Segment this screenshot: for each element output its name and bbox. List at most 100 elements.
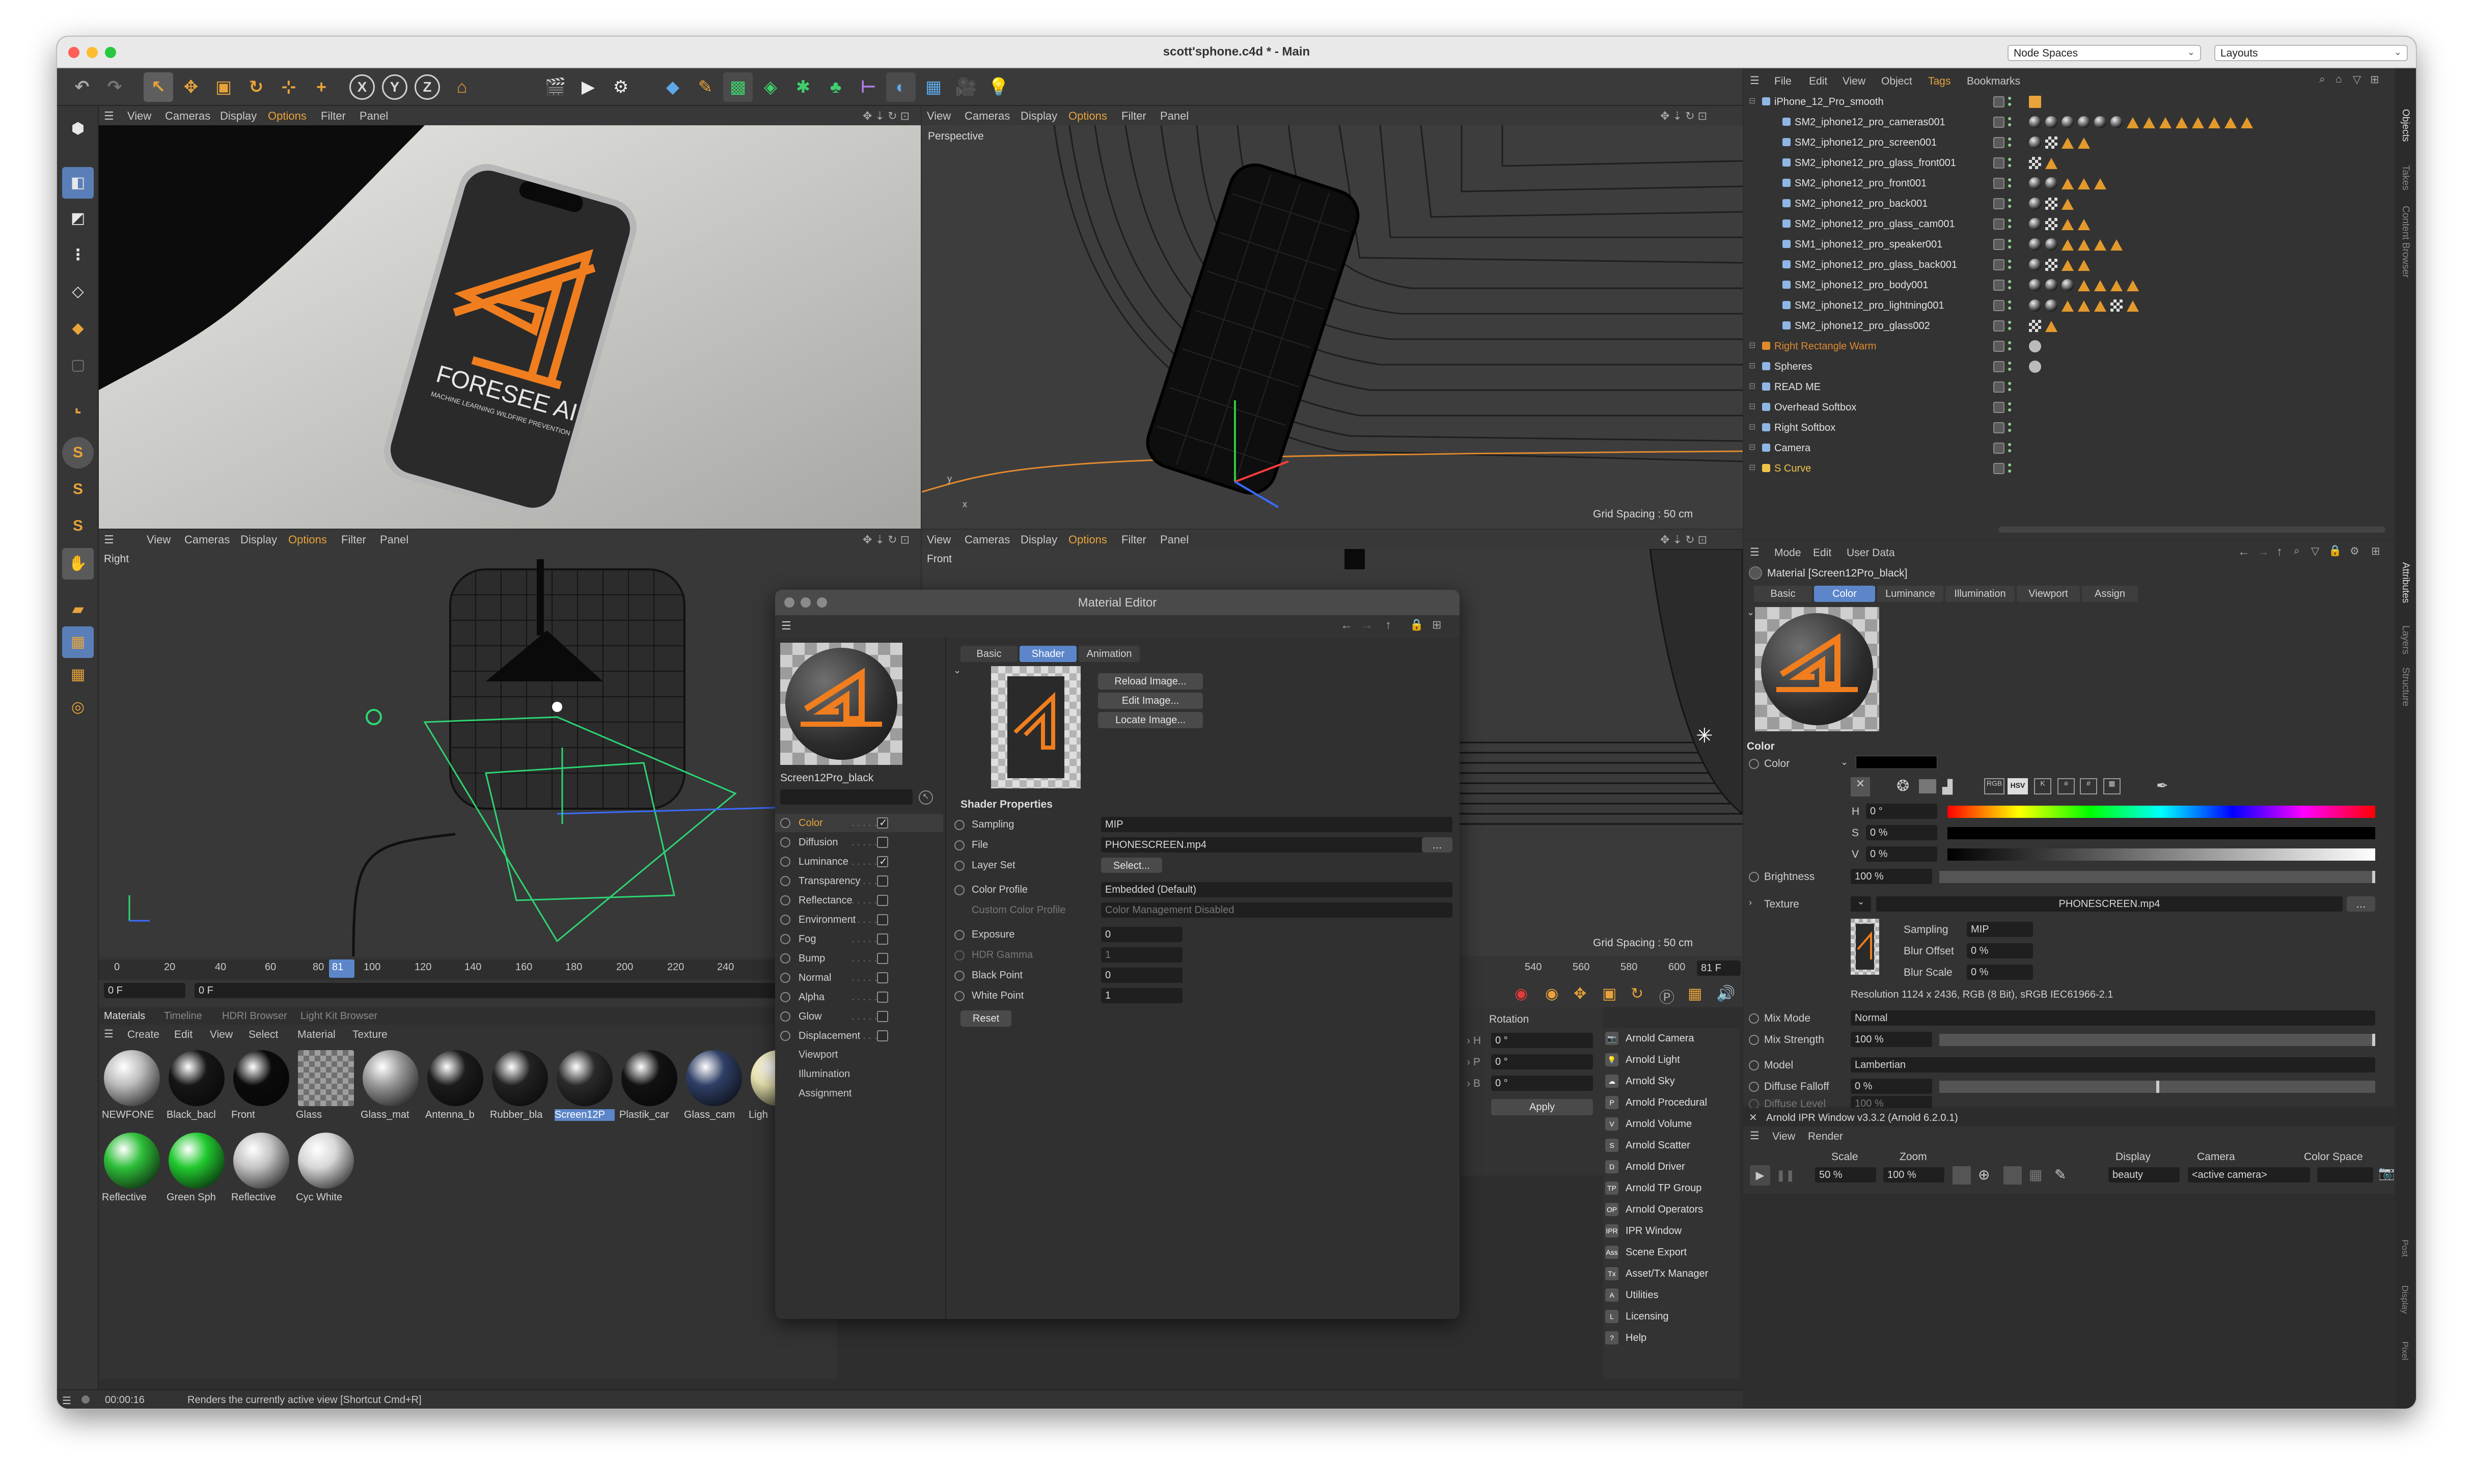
render-dots-icon[interactable]: ● ●	[2008, 257, 2012, 270]
channel-page[interactable]: Assignment	[799, 1088, 852, 1100]
tab-pixel[interactable]: Pixel	[2400, 1341, 2410, 1360]
menu-icon[interactable]: ☰	[104, 109, 114, 123]
layouts-select[interactable]: Layouts ⌄	[2214, 45, 2408, 61]
render-dots-icon[interactable]: ● ●	[2008, 318, 2012, 332]
material-tag-icon[interactable]	[2078, 116, 2090, 128]
material-swatch[interactable]: Glass	[296, 1050, 356, 1131]
mix-strength-slider[interactable]	[1939, 1034, 2375, 1046]
edit-menu[interactable]: Edit	[1813, 547, 1831, 559]
phong-tag-icon[interactable]	[2241, 117, 2253, 128]
tab-hdri-browser[interactable]: HDRI Browser	[222, 1010, 287, 1022]
channel-row[interactable]: Fog . . . . .	[775, 930, 943, 948]
horizontal-scrollbar[interactable]	[1998, 527, 2385, 533]
param-key-icon[interactable]: Ⓟ	[1659, 985, 1674, 1007]
channel-row[interactable]: Displacement. . . . .	[775, 1027, 943, 1045]
subdivision-icon[interactable]: ▩	[723, 72, 753, 102]
polygons-mode-icon[interactable]: ◆	[62, 313, 94, 344]
tab-content-browser[interactable]: Content Browser	[2400, 206, 2411, 278]
brightness-slider[interactable]	[1939, 871, 2375, 883]
pause-icon[interactable]: ❚❚	[1775, 1165, 1796, 1186]
new-window-icon[interactable]: ⊞	[1432, 618, 1441, 631]
z-axis-icon[interactable]: Z	[415, 74, 440, 100]
arnold-menu-item[interactable]: A Utilities	[1603, 1284, 1736, 1306]
material-tag-icon[interactable]	[2045, 177, 2057, 189]
phong-tag-icon[interactable]	[2062, 178, 2074, 189]
vp1-panel-menu[interactable]: Panel	[360, 109, 388, 123]
channel-row[interactable]: Bump . . . . .	[775, 949, 943, 968]
object-row[interactable]: ⊟ Right Rectangle Warm ● ●	[1744, 336, 2411, 356]
render-dots-icon[interactable]: ● ●	[2008, 94, 2012, 107]
visibility-toggle[interactable]	[1993, 137, 2004, 148]
render-dots-icon[interactable]: ● ●	[2008, 278, 2012, 291]
texture-tag-icon[interactable]	[2029, 320, 2041, 332]
tab-display[interactable]: Display	[2400, 1285, 2410, 1314]
visibility-toggle[interactable]	[1993, 198, 2004, 209]
vp4-filter-menu[interactable]: Filter	[1121, 533, 1146, 546]
render-settings-icon[interactable]: ⚙	[606, 72, 636, 102]
animate-radio[interactable]	[954, 930, 965, 940]
edit-icon[interactable]: ✎	[2054, 1166, 2066, 1183]
recent-tool-icon[interactable]: ⊹	[274, 72, 304, 102]
reset-button[interactable]: Reset	[960, 1010, 1011, 1027]
back-arrow-icon[interactable]: ←	[2238, 545, 2250, 559]
blur-offset-field[interactable]: 0 %	[1967, 943, 2033, 958]
sampling-select[interactable]: MIP	[1967, 922, 2033, 937]
symmetry-icon[interactable]: ▦	[62, 659, 94, 691]
menu-icon[interactable]: ☰	[781, 619, 791, 633]
search-icon[interactable]: ⌕	[2319, 73, 2325, 86]
vp2-cameras-menu[interactable]: Cameras	[965, 109, 1010, 123]
menu-icon[interactable]: ☰	[104, 1028, 114, 1040]
tree-toggle-icon[interactable]: ⊟	[1749, 381, 1755, 391]
playhead[interactable]: 81	[329, 959, 354, 978]
edges-mode-icon[interactable]: ◇	[62, 276, 94, 308]
prop-field[interactable]: 1	[1101, 988, 1183, 1003]
material-swatch[interactable]: Rubber_bla	[490, 1050, 550, 1131]
workplane-icon[interactable]: ▰	[62, 594, 94, 625]
viewport-nav-icon[interactable]: ✥ ⇣ ↻ ⊡	[863, 533, 910, 546]
phong-tag-icon[interactable]	[2143, 117, 2155, 128]
timeline-ruler[interactable]: 0 20 40 60 80 81 100 120 140 160 180 200…	[99, 959, 883, 980]
tab-takes[interactable]: Takes	[2400, 165, 2411, 190]
phong-tag-icon[interactable]	[2078, 178, 2090, 189]
texture-field[interactable]: PHONESCREEN.mp4	[1876, 896, 2343, 912]
play-icon[interactable]: ▶	[1750, 1165, 1770, 1186]
color-wheel-icon[interactable]: ✕	[1851, 777, 1870, 796]
render-dots-icon[interactable]: ● ●	[2008, 359, 2012, 372]
material-tag-icon[interactable]	[2094, 116, 2106, 128]
axis-mode-icon[interactable]: ⌞	[62, 391, 94, 423]
tree-toggle-icon[interactable]: ⊟	[1749, 340, 1755, 350]
render-viewport[interactable]: FORESEE AI MACHINE LEARNING WILDFIRE PRE…	[99, 125, 921, 529]
texture-tag-icon[interactable]	[2029, 157, 2041, 169]
menu-icon[interactable]: ☰	[1750, 1130, 1760, 1142]
phong-tag-icon[interactable]	[2062, 219, 2074, 230]
visibility-toggle[interactable]	[1993, 361, 2004, 372]
vp1-cameras-menu[interactable]: Cameras	[165, 109, 210, 123]
vp2-options-menu[interactable]: Options	[1068, 109, 1107, 123]
view-menu[interactable]: View	[210, 1029, 233, 1041]
material-swatch[interactable]: Cyc White	[296, 1133, 356, 1213]
back-arrow-icon[interactable]: ←	[1340, 618, 1353, 633]
node-spaces-select[interactable]: Node Spaces ⌄	[2008, 45, 2201, 61]
saturation-slider[interactable]	[1947, 827, 2375, 839]
tab-materials[interactable]: Materials	[104, 1010, 145, 1022]
object-row[interactable]: ⊟ READ ME ● ●	[1744, 377, 2411, 397]
redo-icon[interactable]: ↷	[100, 72, 129, 102]
pick-icon[interactable]: ↖	[919, 790, 933, 805]
hue-field[interactable]: 0 °	[1866, 804, 1937, 819]
numeric-icon[interactable]: #	[2080, 778, 2097, 794]
object-row[interactable]: SM2_iphone12_pro_front001 ● ●	[1744, 173, 2411, 194]
tree-toggle-icon[interactable]: ⊟	[1749, 96, 1755, 106]
channel-checkbox[interactable]	[877, 933, 888, 945]
expand-icon[interactable]: ›	[1749, 897, 1752, 908]
object-row[interactable]: ⊟ Overhead Softbox ● ●	[1744, 397, 2411, 418]
object-row[interactable]: SM2_iphone12_pro_screen001 ● ●	[1744, 132, 2411, 153]
phong-tag-icon[interactable]	[2078, 300, 2090, 312]
filter-icon[interactable]: ▽	[2311, 545, 2319, 558]
up-arrow-icon[interactable]: ↑	[2276, 545, 2283, 559]
phong-tag-icon[interactable]	[2127, 280, 2139, 291]
floor-icon[interactable]: ▦	[919, 72, 948, 102]
vp4-view-menu[interactable]: View	[927, 533, 951, 546]
material-tag-icon[interactable]	[2029, 136, 2041, 149]
arnold-menu-item[interactable]: D Arnold Driver	[1603, 1156, 1736, 1177]
vp3-cameras-menu[interactable]: Cameras	[184, 533, 230, 546]
